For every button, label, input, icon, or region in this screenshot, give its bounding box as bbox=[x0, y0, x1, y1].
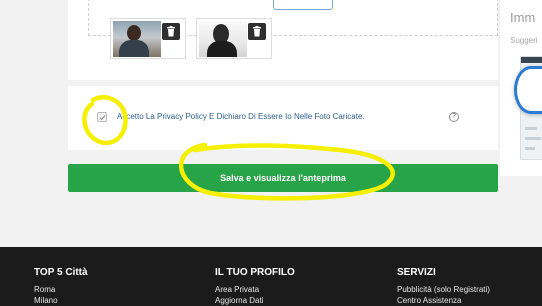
footer-link-roma[interactable]: Roma bbox=[34, 284, 88, 295]
privacy-checkbox[interactable] bbox=[97, 112, 107, 122]
footer-link-milano[interactable]: Milano bbox=[34, 295, 88, 306]
photo-image bbox=[199, 21, 247, 57]
upload-button[interactable] bbox=[273, 0, 333, 10]
delete-photo-button[interactable] bbox=[248, 23, 266, 40]
checkmark-icon bbox=[99, 115, 106, 121]
save-and-preview-button[interactable]: Salva e visualizza l'anteprima bbox=[68, 164, 498, 192]
footer-heading: TOP 5 Città bbox=[34, 267, 88, 278]
footer-column-profile: IL TUO PROFILO Area Privata Aggiorna Dat… bbox=[215, 267, 295, 306]
delete-photo-button[interactable] bbox=[162, 23, 180, 40]
side-panel: Imm Suggeri bbox=[500, 0, 542, 176]
footer-link-support[interactable]: Centro Assistenza bbox=[397, 295, 490, 306]
privacy-consent-card: Accetto La Privacy Policy E Dichiaro Di … bbox=[68, 86, 498, 150]
side-panel-subtitle: Suggeri bbox=[510, 36, 538, 45]
footer-column-top-cities: TOP 5 Città Roma Milano bbox=[34, 267, 88, 306]
photo-thumbnail bbox=[196, 18, 272, 59]
footer-heading: SERVIZI bbox=[397, 267, 436, 278]
side-panel-title: Imm bbox=[510, 10, 536, 25]
photo-image bbox=[113, 21, 161, 57]
trash-icon bbox=[167, 26, 175, 37]
footer-link-update-data[interactable]: Aggiorna Dati bbox=[215, 295, 295, 306]
side-panel-badge bbox=[514, 66, 542, 114]
photo-upload-card bbox=[68, 0, 498, 80]
help-circle-icon[interactable]: ? bbox=[449, 112, 459, 122]
trash-icon bbox=[253, 26, 261, 37]
footer-link-private-area[interactable]: Area Privata bbox=[215, 284, 295, 295]
site-footer: TOP 5 Città Roma Milano IL TUO PROFILO A… bbox=[0, 247, 542, 306]
privacy-consent-label[interactable]: Accetto La Privacy Policy E Dichiaro Di … bbox=[117, 112, 365, 122]
photo-thumbnail bbox=[110, 18, 186, 59]
footer-link-advertising[interactable]: Pubblicità (solo Registrati) bbox=[397, 284, 490, 295]
footer-column-services: SERVIZI Pubblicità (solo Registrati) Cen… bbox=[397, 267, 490, 306]
footer-heading: IL TUO PROFILO bbox=[215, 267, 295, 278]
